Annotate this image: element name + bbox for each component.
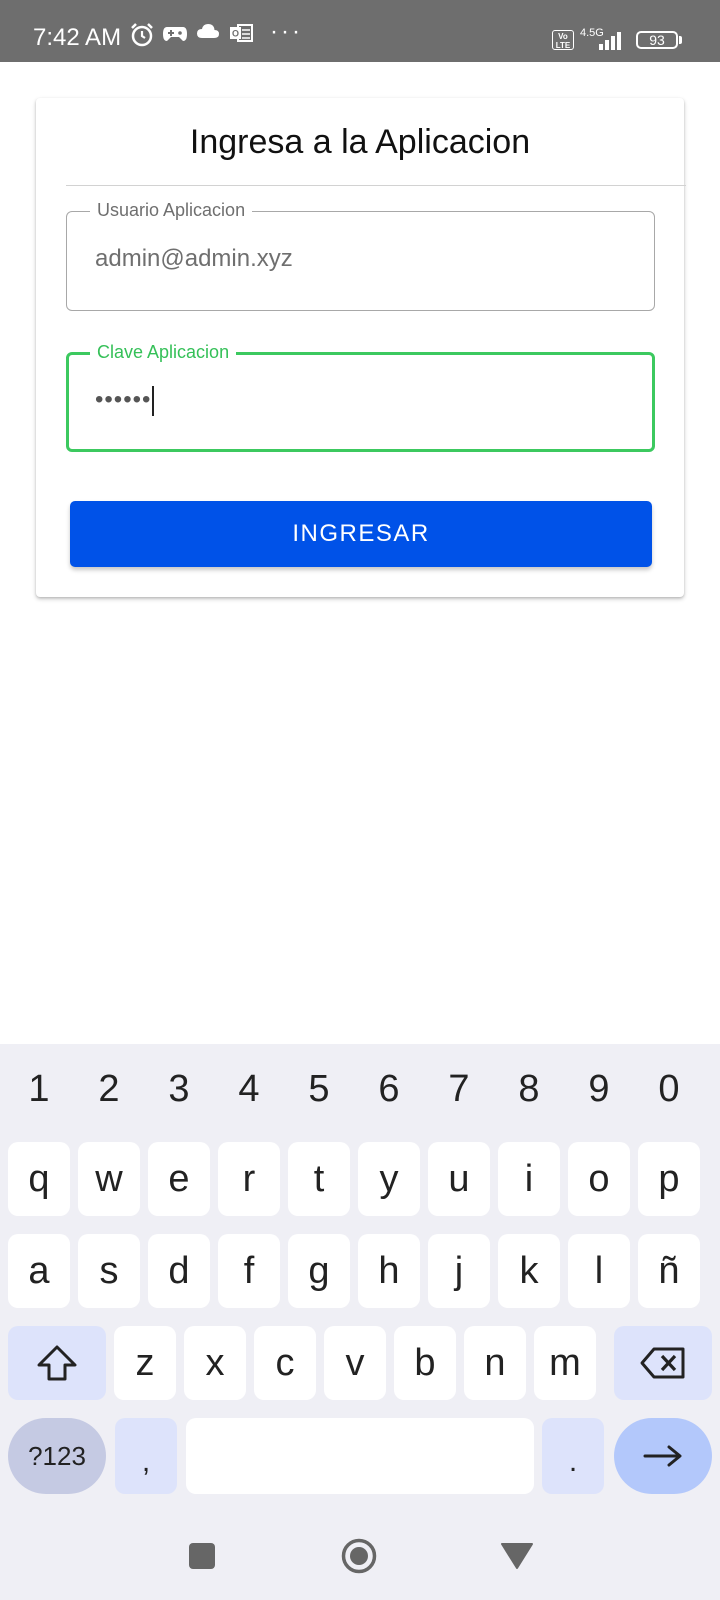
key-8[interactable]: 8 — [499, 1054, 559, 1124]
key-k[interactable]: k — [498, 1234, 560, 1308]
status-time: 7:42 AM — [33, 24, 122, 51]
home-circle-icon[interactable] — [341, 1538, 377, 1574]
key-q[interactable]: q — [8, 1142, 70, 1216]
key-h[interactable]: h — [358, 1234, 420, 1308]
key-m[interactable]: m — [534, 1326, 596, 1400]
username-value[interactable]: admin@admin.xyz — [95, 244, 293, 274]
system-nav-bar — [0, 1515, 720, 1600]
cloud-icon — [196, 22, 220, 40]
key-4[interactable]: 4 — [219, 1054, 279, 1124]
page-title: Ingresa a la Aplicacion — [189, 123, 531, 161]
key-s[interactable]: s — [78, 1234, 140, 1308]
battery-tip — [679, 36, 682, 44]
title-divider — [66, 185, 686, 186]
back-triangle-icon[interactable] — [500, 1542, 534, 1570]
alarm-icon — [129, 22, 155, 48]
key-c[interactable]: c — [254, 1326, 316, 1400]
signal-strength-icon — [599, 30, 627, 50]
password-mask: •••••• — [95, 386, 152, 413]
recents-square-icon[interactable] — [188, 1542, 216, 1570]
battery-icon: 93 — [636, 31, 678, 49]
key-a[interactable]: a — [8, 1234, 70, 1308]
key-5[interactable]: 5 — [289, 1054, 349, 1124]
key-y[interactable]: y — [358, 1142, 420, 1216]
symbols-key[interactable]: ?123 — [8, 1418, 106, 1494]
username-field[interactable]: Usuario Aplicacion admin@admin.xyz — [66, 198, 655, 311]
key-p[interactable]: p — [638, 1142, 700, 1216]
key-u[interactable]: u — [428, 1142, 490, 1216]
shift-icon — [37, 1345, 77, 1381]
enter-key[interactable] — [614, 1418, 712, 1494]
key-1[interactable]: 1 — [9, 1054, 69, 1124]
key-3[interactable]: 3 — [149, 1054, 209, 1124]
key-2[interactable]: 2 — [79, 1054, 139, 1124]
key-x[interactable]: x — [184, 1326, 246, 1400]
key-r[interactable]: r — [218, 1142, 280, 1216]
key-t[interactable]: t — [288, 1142, 350, 1216]
key-w[interactable]: w — [78, 1142, 140, 1216]
password-field[interactable]: Clave Aplicacion •••••• — [66, 340, 655, 452]
key-g[interactable]: g — [288, 1234, 350, 1308]
key-z[interactable]: z — [114, 1326, 176, 1400]
key-e[interactable]: e — [148, 1142, 210, 1216]
space-key[interactable] — [186, 1418, 534, 1494]
game-controller-icon — [162, 22, 188, 44]
number-row: 1 2 3 4 5 6 7 8 9 0 — [0, 1054, 720, 1124]
volte-icon: Vo LTE — [552, 30, 574, 50]
key-n-tilde[interactable]: ñ — [638, 1234, 700, 1308]
username-label: Usuario Aplicacion — [90, 198, 253, 222]
backspace-icon — [640, 1347, 685, 1379]
key-d[interactable]: d — [148, 1234, 210, 1308]
key-b[interactable]: b — [394, 1326, 456, 1400]
password-value[interactable]: •••••• — [95, 385, 155, 416]
outlook-icon: O — [229, 22, 253, 44]
backspace-key[interactable] — [614, 1326, 712, 1400]
password-label: Clave Aplicacion — [90, 340, 237, 364]
svg-text:O: O — [232, 29, 239, 39]
shift-key[interactable] — [8, 1326, 106, 1400]
key-6[interactable]: 6 — [359, 1054, 419, 1124]
period-key[interactable]: . — [542, 1418, 604, 1494]
text-cursor — [152, 385, 155, 416]
key-n[interactable]: n — [464, 1326, 526, 1400]
key-7[interactable]: 7 — [429, 1054, 489, 1124]
key-i[interactable]: i — [498, 1142, 560, 1216]
arrow-right-icon — [643, 1445, 682, 1467]
key-o[interactable]: o — [568, 1142, 630, 1216]
login-button[interactable]: INGRESAR — [70, 501, 652, 567]
key-0[interactable]: 0 — [639, 1054, 699, 1124]
comma-key[interactable]: , — [115, 1418, 177, 1494]
key-f[interactable]: f — [218, 1234, 280, 1308]
key-9[interactable]: 9 — [569, 1054, 629, 1124]
key-j[interactable]: j — [428, 1234, 490, 1308]
key-v[interactable]: v — [324, 1326, 386, 1400]
more-notifications-icon: ··· — [270, 18, 303, 45]
key-l[interactable]: l — [568, 1234, 630, 1308]
status-bar: 7:42 AM O ··· Vo LTE 4.5G 93 — [0, 0, 720, 62]
